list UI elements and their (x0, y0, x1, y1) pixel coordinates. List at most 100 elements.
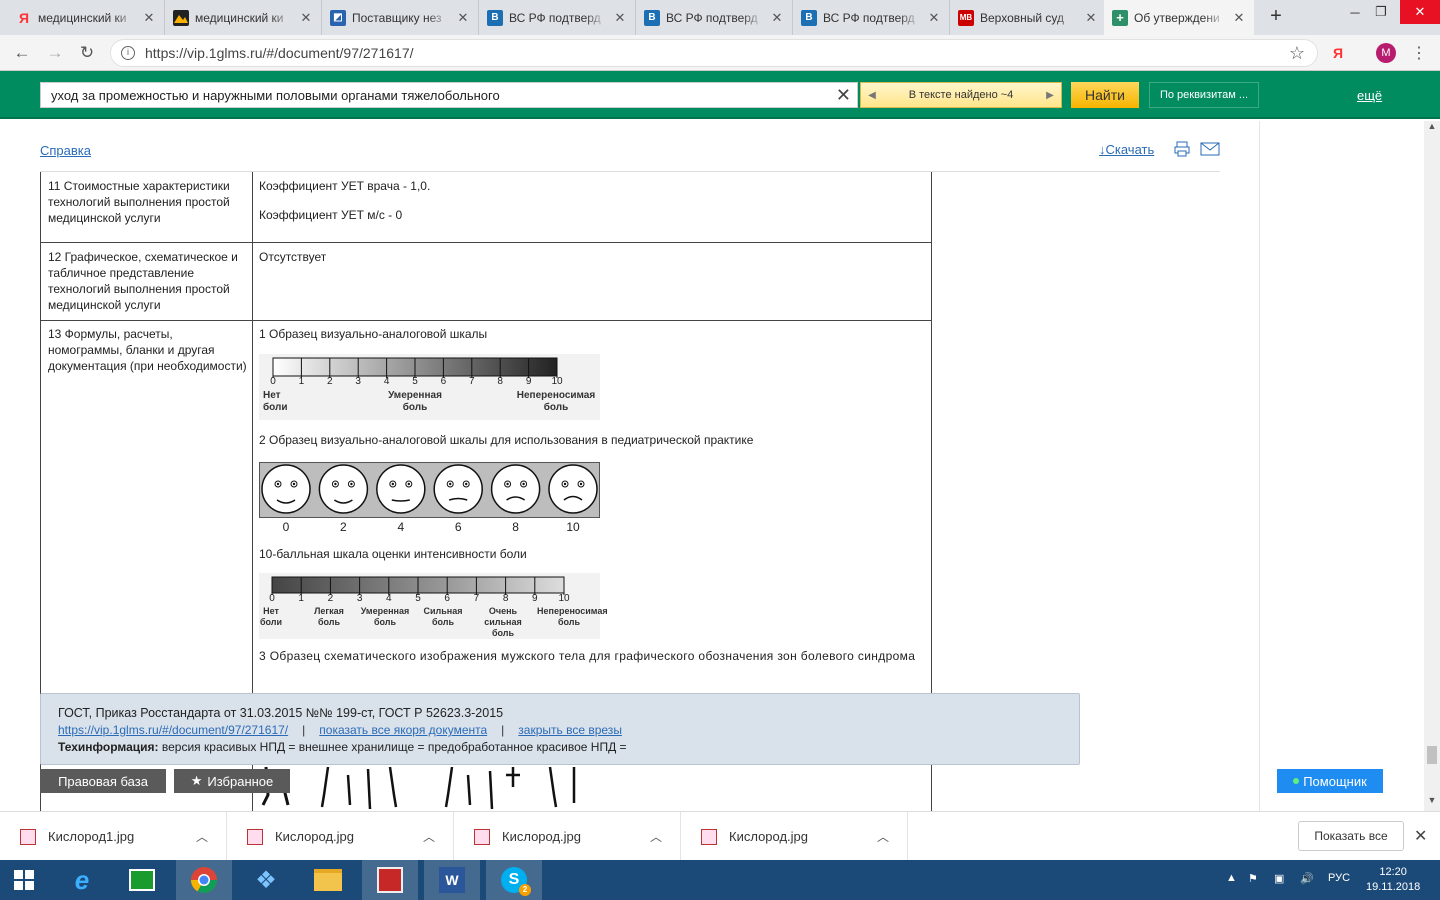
new-tab-button[interactable]: + (1262, 4, 1290, 28)
bookmark-star-icon[interactable]: ☆ (1284, 41, 1310, 65)
address-bar[interactable]: i https://vip.1glms.ru/#/document/97/271… (110, 39, 1318, 67)
find-button[interactable]: Найти (1071, 82, 1139, 108)
caption-body-diagram: 3 Образец схематического изображения муж… (259, 649, 916, 663)
image-icon (173, 9, 189, 26)
browser-tab[interactable]: B ВС РФ подтверд ✕ (636, 0, 793, 35)
chevron-up-icon[interactable]: ︿ (423, 828, 435, 845)
taskbar-explorer[interactable] (300, 860, 356, 900)
url-text[interactable]: https://vip.1glms.ru/#/document/97/27161… (145, 45, 414, 61)
menu-kebab-icon[interactable]: ⋮ (1406, 41, 1432, 65)
right-sidebar (1259, 121, 1424, 811)
forward-button[interactable]: → (42, 41, 68, 65)
favorites-button[interactable]: ★ Избранное (174, 769, 290, 793)
chevron-up-icon[interactable]: ︿ (196, 828, 208, 845)
folder-icon (314, 869, 342, 891)
assistant-button[interactable]: Помощник (1277, 769, 1383, 793)
close-inserts-link[interactable]: закрыть все врезы (518, 723, 622, 737)
windows-icon (14, 870, 34, 890)
face-icon (261, 464, 311, 514)
vas-tick-label: 1 (298, 376, 305, 387)
taskbar-skype[interactable]: S2 (486, 860, 542, 900)
faces-scale-drawing (259, 462, 600, 518)
image-file-icon (247, 828, 263, 845)
browser-tab[interactable]: Я медицинский ки ✕ (8, 0, 165, 35)
caption-vas: 1 Образец визуально-аналоговой шкалы (259, 327, 488, 341)
close-icon[interactable]: ✕ (1414, 826, 1427, 846)
yandex-extension-icon[interactable]: Я (1325, 41, 1351, 65)
show-all-downloads-button[interactable]: Показать все (1298, 821, 1404, 851)
start-button[interactable] (0, 860, 48, 900)
clock[interactable]: 12:20 19.11.2018 (1366, 865, 1420, 895)
scroll-down-icon[interactable]: ▼ (1424, 795, 1440, 811)
caption-pediatric: 2 Образец визуально-аналоговой шкалы для… (259, 433, 754, 447)
info-icon[interactable]: i (121, 46, 135, 60)
taskbar-image-viewer[interactable] (362, 860, 418, 900)
browser-tab-active[interactable]: + Об утверждени ✕ (1104, 0, 1254, 35)
download-item[interactable]: Кислород.jpg ︿ (454, 812, 681, 861)
taskbar-ie[interactable]: e (54, 860, 110, 900)
document-area: Справка ↓Скачать 11 Стоимостные характер… (0, 121, 1440, 820)
close-window-button[interactable]: ✕ (1400, 0, 1440, 24)
document-url-link[interactable]: https://vip.1glms.ru/#/document/97/27161… (58, 723, 288, 737)
more-link[interactable]: ещё (1357, 88, 1382, 103)
assistant-label: Помощник (1303, 773, 1367, 789)
print-icon[interactable] (1172, 141, 1192, 159)
legal-base-button[interactable]: Правовая база (40, 769, 166, 793)
tray-expand-icon[interactable]: ▲ (1226, 872, 1237, 884)
close-icon[interactable]: ✕ (613, 10, 627, 26)
page-scrollbar[interactable]: ▲ ▼ (1424, 121, 1440, 811)
ten-scale-label: Непереносимая боль (537, 606, 608, 627)
search-input[interactable]: уход за промежностью и наружными половым… (40, 82, 858, 108)
found-count: В тексте найдено ~4 (908, 89, 1014, 101)
browser-toolbar: ← → ↻ i https://vip.1glms.ru/#/document/… (0, 35, 1440, 71)
ten-scale-tick-label: 6 (444, 593, 450, 604)
close-icon[interactable]: ✕ (770, 10, 784, 26)
close-icon[interactable]: ✕ (299, 10, 313, 26)
email-icon[interactable] (1200, 141, 1220, 159)
taskbar-store[interactable] (114, 860, 170, 900)
clear-icon[interactable]: ✕ (836, 85, 851, 106)
volume-icon[interactable]: 🔊 (1300, 872, 1314, 885)
prev-result-icon[interactable]: ◀ (861, 90, 883, 101)
browser-tab[interactable]: ◩ Поставщику нез ✕ (322, 0, 479, 35)
scroll-up-icon[interactable]: ▲ (1424, 121, 1440, 137)
chevron-up-icon[interactable]: ︿ (650, 828, 662, 845)
help-link[interactable]: Справка (40, 143, 91, 158)
tray-flag-icon[interactable]: ⚑ (1248, 872, 1258, 885)
tech-info-label: Техинформация: (58, 740, 159, 754)
download-link[interactable]: ↓Скачать (1099, 142, 1154, 157)
network-icon[interactable]: ▣ (1274, 872, 1284, 885)
close-icon[interactable]: ✕ (1232, 10, 1246, 26)
close-icon[interactable]: ✕ (1084, 10, 1098, 26)
language-indicator[interactable]: РУС (1328, 872, 1350, 884)
taskbar-word[interactable]: W (424, 860, 480, 900)
reload-button[interactable]: ↻ (74, 41, 100, 65)
taskbar-chrome[interactable] (176, 860, 232, 900)
close-icon[interactable]: ✕ (927, 10, 941, 26)
close-icon[interactable]: ✕ (456, 10, 470, 26)
close-icon[interactable]: ✕ (142, 10, 156, 26)
row-12-label: 12 Графическое, схематическое и таблично… (48, 250, 238, 312)
taskbar-network-app[interactable]: ❖ (238, 860, 294, 900)
chevron-up-icon[interactable]: ︿ (877, 828, 889, 845)
browser-tab-strip: Я медицинский ки ✕ медицинский ки ✕ ◩ По… (0, 0, 1440, 35)
ten-scale-tick-label: 4 (386, 593, 392, 604)
row-11-label: 11 Стоимостные характеристики технологий… (48, 179, 230, 225)
site-icon: ◩ (330, 9, 346, 26)
download-item[interactable]: Кислород1.jpg ︿ (0, 812, 227, 861)
profile-avatar[interactable]: M (1373, 41, 1399, 65)
download-item[interactable]: Кислород.jpg ︿ (227, 812, 454, 861)
show-anchors-link[interactable]: показать все якоря документа (319, 723, 487, 737)
back-button[interactable]: ← (9, 41, 35, 65)
browser-tab[interactable]: MB Верховный суд ✕ (950, 0, 1107, 35)
scroll-thumb[interactable] (1427, 746, 1437, 764)
next-result-icon[interactable]: ▶ (1039, 90, 1061, 101)
site-search-bar: уход за промежностью и наружными половым… (0, 71, 1440, 119)
download-item[interactable]: Кислород.jpg ︿ (681, 812, 908, 861)
browser-tab[interactable]: B ВС РФ подтверд ✕ (793, 0, 950, 35)
vas-label-unbearable-2: боль (543, 402, 569, 413)
browser-tab[interactable]: B ВС РФ подтверд ✕ (479, 0, 636, 35)
requisites-button[interactable]: По реквизитам ... (1149, 82, 1259, 108)
restore-button[interactable]: ❐ (1364, 0, 1398, 24)
browser-tab[interactable]: медицинский ки ✕ (165, 0, 322, 35)
